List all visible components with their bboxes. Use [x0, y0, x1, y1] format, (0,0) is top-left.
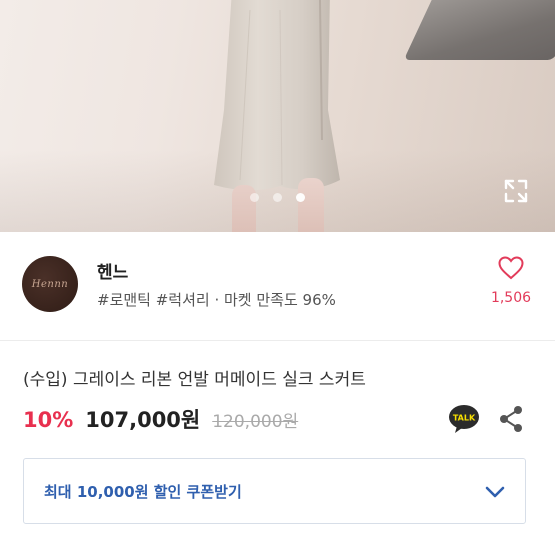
- price-row: 10% 107,000원 120,000원: [23, 404, 298, 434]
- skirt-photo: [214, 0, 340, 191]
- product-title: (수입) 그레이스 리본 언발 머메이드 실크 스커트: [23, 370, 366, 390]
- expand-icon[interactable]: [503, 178, 529, 204]
- discount-rate: 10%: [23, 408, 74, 432]
- share-icon[interactable]: [498, 405, 524, 433]
- like-count: 1,506: [490, 290, 532, 306]
- carousel-dot[interactable]: [250, 193, 259, 202]
- seller-tags: #로맨틱 #럭셔리 · 마켓 만족도 96%: [97, 291, 336, 309]
- original-price: 120,000원: [212, 412, 299, 432]
- seller-avatar[interactable]: Hennn: [22, 256, 78, 312]
- carousel-dot[interactable]: [273, 193, 282, 202]
- sale-price: 107,000원: [85, 408, 201, 432]
- kakao-talk-icon[interactable]: TALK: [448, 404, 480, 434]
- seller-name[interactable]: 헨느: [97, 258, 128, 283]
- product-image-carousel[interactable]: [0, 0, 555, 232]
- chevron-down-icon: [485, 486, 505, 498]
- heart-icon: [498, 256, 524, 280]
- svg-text:TALK: TALK: [453, 414, 476, 423]
- carousel-indicator: [0, 193, 555, 207]
- like-button[interactable]: 1,506: [478, 256, 544, 306]
- product-info: (수입) 그레이스 리본 언발 머메이드 실크 스커트 10% 107,000원…: [0, 341, 555, 555]
- coupon-label: 최대 10,000원 할인 쿠폰받기: [44, 483, 242, 501]
- carousel-dot-active[interactable]: [296, 193, 305, 202]
- coupon-button[interactable]: 최대 10,000원 할인 쿠폰받기: [23, 458, 526, 524]
- seller-logo-text: Hennn: [31, 278, 69, 290]
- seller-section: Hennn 헨느 #로맨틱 #럭셔리 · 마켓 만족도 96% 1,506: [0, 232, 555, 341]
- image-background-object: [403, 0, 555, 60]
